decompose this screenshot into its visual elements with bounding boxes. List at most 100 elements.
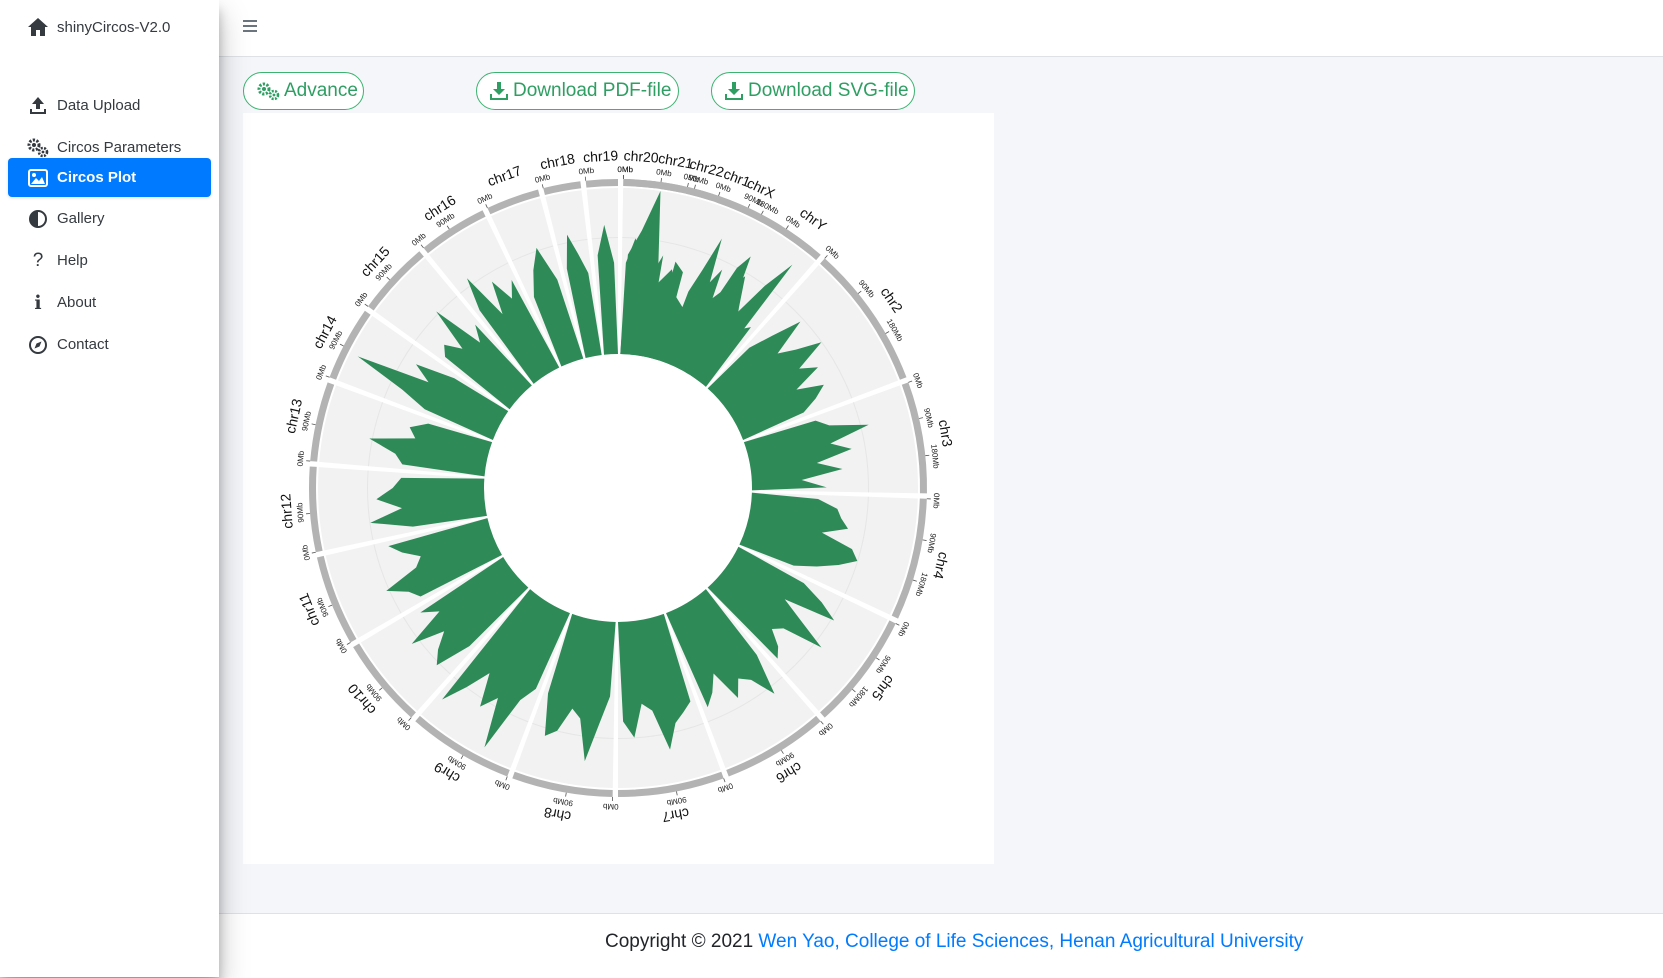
tick-label: 0Mb <box>410 231 428 248</box>
author-link[interactable]: Wen Yao, College of Life Sciences, Henan… <box>758 931 1303 952</box>
chromosome-label: chr7 <box>661 805 691 826</box>
tick-label: 0Mb <box>394 715 412 732</box>
tick-mark <box>852 689 855 692</box>
tick-mark <box>340 344 344 346</box>
ideogram-chr19 <box>586 179 618 188</box>
sidebar-item-label: Contact <box>57 336 109 353</box>
download-pdf-button[interactable]: Download PDF-file <box>476 72 679 110</box>
tick-mark <box>896 623 900 625</box>
info-icon: i <box>27 292 49 314</box>
chromosome-label: chrY <box>797 204 830 234</box>
tick-label: 0Mb <box>656 167 673 178</box>
tick-mark <box>676 791 677 795</box>
tick-label: 90Mb <box>552 796 574 808</box>
tick-label: 0Mb <box>296 450 306 467</box>
tick-label: 90Mb <box>665 795 687 808</box>
tick-mark <box>542 184 543 188</box>
tick-mark <box>566 793 567 797</box>
tick-mark <box>786 225 788 228</box>
tick-label: 0Mb <box>896 620 911 638</box>
tick-mark <box>365 304 368 306</box>
tick-mark <box>876 658 879 660</box>
sidebar-item-label: Help <box>57 252 88 269</box>
tick-label: 0Mb <box>617 165 633 174</box>
adjust-icon <box>27 208 49 230</box>
chromosome-label: chr18 <box>539 150 577 172</box>
brand-title: shinyCircos-V2.0 <box>57 19 170 36</box>
tick-label: 0Mb <box>476 191 494 206</box>
tick-mark <box>694 185 695 189</box>
tick-mark <box>328 605 332 607</box>
tick-mark <box>761 211 763 215</box>
footer: Copyright © 2021 Wen Yao, College of Lif… <box>219 913 1663 978</box>
tick-mark <box>326 376 330 377</box>
tick-mark <box>312 424 316 425</box>
tick-label: 0Mb <box>683 172 701 184</box>
sidebar-item-data-upload[interactable]: Data Upload <box>8 86 211 125</box>
ideogram-chr21 <box>660 182 682 193</box>
tick-mark <box>748 204 750 208</box>
copyright-text: Copyright © 2021 Wen Yao, College of Lif… <box>605 931 1303 953</box>
sidebar: shinyCircos-V2.0 Data Upload Circos Para… <box>0 0 219 977</box>
cogs-icon <box>256 80 280 102</box>
tick-label: 0Mb <box>534 172 552 185</box>
sidebar-item-label: Circos Parameters <box>57 139 181 156</box>
tick-mark <box>421 245 424 248</box>
advance-button-label: Advance <box>284 80 358 102</box>
tick-label: 0Mb <box>493 778 511 792</box>
tick-mark <box>825 255 828 258</box>
tick-mark <box>506 776 507 780</box>
download-icon <box>489 80 509 102</box>
tick-mark <box>486 204 488 208</box>
brand-link[interactable]: shinyCircos-V2.0 <box>0 0 219 57</box>
sidebar-item-gallery[interactable]: Gallery <box>8 199 211 238</box>
tick-mark <box>923 540 927 541</box>
cogs-icon <box>27 137 49 159</box>
tick-label: 90Mb <box>295 502 306 523</box>
tick-mark <box>858 291 861 294</box>
sidebar-item-label: Gallery <box>57 210 105 227</box>
question-icon: ? <box>27 250 49 272</box>
tick-mark <box>913 580 917 581</box>
tick-label: 0Mb <box>911 372 925 390</box>
advance-button[interactable]: Advance <box>243 72 364 110</box>
tick-label: 0Mb <box>300 544 312 562</box>
sidebar-item-circos-plot[interactable]: Circos Plot <box>8 158 211 197</box>
download-icon <box>724 80 744 102</box>
tick-mark <box>688 183 689 187</box>
tick-mark <box>781 750 783 753</box>
ideogram-chr20 <box>623 179 655 188</box>
tick-label: 0Mb <box>314 363 328 381</box>
upload-icon <box>27 95 49 117</box>
chromosome-label: chr17 <box>485 162 524 189</box>
tick-mark <box>719 192 720 196</box>
tick-label: 0Mb <box>333 636 349 654</box>
tick-label: 0Mb <box>824 244 842 261</box>
chromosome-label: chr12 <box>277 493 295 529</box>
tick-mark <box>461 755 463 758</box>
sidebar-item-label: Circos Plot <box>57 169 136 186</box>
tick-mark <box>347 643 350 645</box>
hamburger-menu-icon[interactable] <box>243 19 258 33</box>
tick-label: 180Mb <box>929 444 941 470</box>
tick-mark <box>312 552 316 553</box>
circos-plot: 0Mb90Mb180Mbchr10Mb90Mb180Mbchr20Mb90Mb1… <box>243 113 994 864</box>
sidebar-item-about[interactable]: i About <box>8 283 211 322</box>
download-svg-button[interactable]: Download SVG-file <box>711 72 915 110</box>
tick-label: 0Mb <box>931 493 941 509</box>
copyright-prefix: Copyright © 2021 <box>605 931 758 952</box>
tick-mark <box>919 418 923 419</box>
tick-mark <box>661 178 662 182</box>
sidebar-item-contact[interactable]: Contact <box>8 325 211 364</box>
tick-label: 0Mb <box>816 721 834 738</box>
tick-label: 0Mb <box>602 802 618 811</box>
download-pdf-label: Download PDF-file <box>513 80 671 102</box>
top-navbar <box>219 0 1663 57</box>
sidebar-item-help[interactable]: ? Help <box>8 241 211 280</box>
tick-mark <box>724 778 725 782</box>
tick-label: 90Mb <box>925 532 937 554</box>
chromosome-label: chr4 <box>930 550 952 580</box>
tick-mark <box>886 332 889 334</box>
tick-label: 180Mb <box>913 571 929 598</box>
circos-plot-panel: 0Mb90Mb180Mbchr10Mb90Mb180Mbchr20Mb90Mb1… <box>243 113 994 864</box>
